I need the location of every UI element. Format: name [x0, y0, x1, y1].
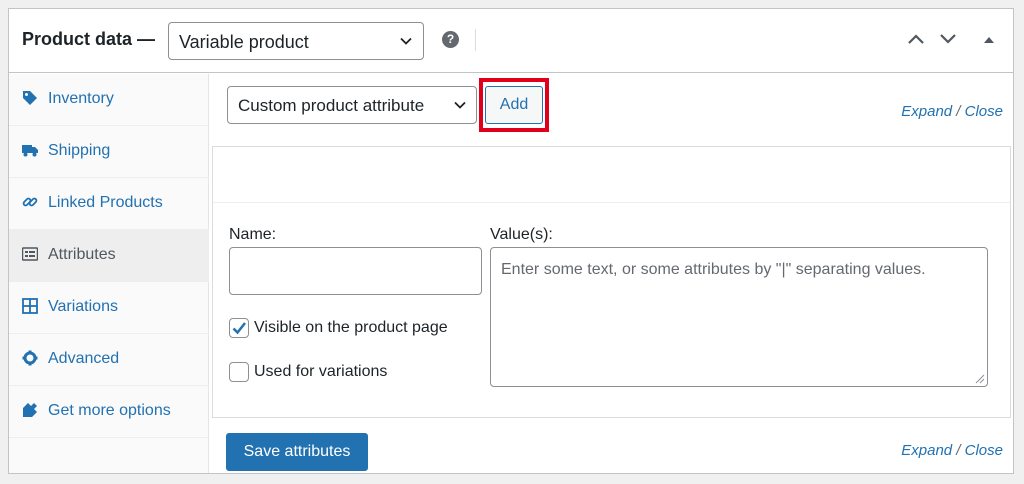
tab-label: Variations [48, 298, 118, 315]
tab-inventory[interactable]: Inventory [9, 74, 209, 126]
attribute-row: Name: Value(s): Enter some text, or some… [212, 146, 1011, 418]
help-icon[interactable]: ? [442, 31, 459, 48]
visible-on-product-page-checkbox[interactable] [229, 318, 249, 338]
grid-icon [22, 298, 38, 314]
expand-link[interactable]: Expand [901, 103, 952, 120]
link-icon [22, 197, 38, 207]
save-attributes-button[interactable]: Save attributes [226, 433, 368, 471]
truck-icon [22, 145, 38, 157]
add-attribute-button[interactable]: Add [485, 86, 543, 124]
attribute-type-select[interactable]: Custom product attribute [227, 86, 477, 124]
tab-label: Advanced [48, 350, 120, 367]
product-type-value: Variable product [179, 32, 309, 52]
expand-close-top: Expand / Close [901, 103, 1003, 120]
chevron-down-icon [400, 37, 412, 45]
close-link[interactable]: Close [965, 442, 1003, 459]
tab-label: Inventory [48, 90, 114, 107]
product-type-select[interactable]: Variable product [168, 22, 424, 60]
name-label: Name: [229, 226, 277, 243]
separator: / [956, 103, 961, 120]
tag-icon [23, 91, 37, 105]
separator: / [956, 442, 961, 459]
plugin-icon [23, 403, 37, 417]
product-data-panel: Product data — Variable product ? Invent… [8, 8, 1014, 474]
tab-label: Linked Products [48, 194, 163, 211]
gear-icon [22, 350, 38, 366]
chevron-down-icon[interactable] [939, 33, 957, 45]
tab-label: Get more options [48, 402, 171, 419]
chevron-up-icon[interactable] [907, 33, 925, 45]
tab-get-more-options[interactable]: Get more options [9, 386, 209, 438]
resize-handle-icon[interactable] [973, 372, 985, 384]
tab-advanced[interactable]: Advanced [9, 334, 209, 386]
list-icon [22, 247, 38, 261]
tab-label: Attributes [48, 246, 116, 263]
collapse-triangle-icon[interactable] [983, 36, 995, 44]
product-data-tabs: Inventory Shipping Linked Products Attri… [9, 74, 209, 473]
panel-header: Product data — Variable product ? [9, 9, 1013, 73]
tab-shipping[interactable]: Shipping [9, 126, 209, 178]
header-divider [475, 29, 476, 51]
tab-linked-products[interactable]: Linked Products [9, 178, 209, 230]
close-link[interactable]: Close [965, 103, 1003, 120]
used-for-variations-label: Used for variations [254, 363, 388, 380]
attribute-values-textarea[interactable]: Enter some text, or some attributes by "… [490, 247, 988, 387]
attribute-name-input[interactable] [229, 247, 482, 295]
values-placeholder: Enter some text, or some attributes by "… [501, 261, 926, 278]
tab-label: Shipping [48, 142, 111, 159]
used-for-variations-checkbox[interactable] [229, 362, 249, 382]
expand-link[interactable]: Expand [901, 442, 952, 459]
attribute-type-value: Custom product attribute [238, 96, 425, 115]
checkmark-icon [232, 322, 246, 335]
chevron-down-icon [454, 101, 466, 109]
attributes-panel: Custom product attribute Add Expand / Cl… [210, 74, 1013, 473]
values-label: Value(s): [490, 226, 553, 243]
visible-on-product-page-label: Visible on the product page [254, 319, 448, 336]
panel-title: Product data — [22, 29, 156, 49]
tab-variations[interactable]: Variations [9, 282, 209, 334]
attribute-row-header[interactable] [213, 147, 1010, 203]
expand-close-bottom: Expand / Close [901, 442, 1003, 459]
tab-attributes[interactable]: Attributes [9, 230, 209, 282]
